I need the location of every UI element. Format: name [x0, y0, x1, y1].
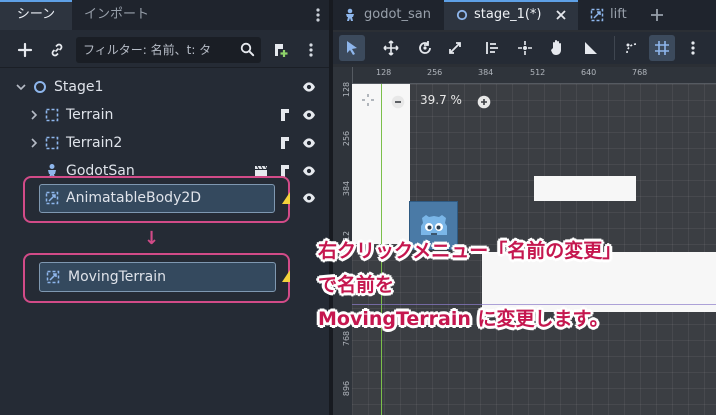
more-options-icon[interactable] [689, 40, 697, 56]
callout-line-2: で名前を [318, 274, 395, 296]
tree-row-stage1[interactable]: Stage1 [0, 73, 329, 101]
grid-icon [655, 41, 669, 55]
add-node-icon[interactable] [17, 42, 33, 58]
node-label-terrain: Terrain [66, 107, 114, 123]
rotate-tool-icon[interactable] [417, 40, 433, 56]
tree-row-terrain[interactable]: Terrain [0, 101, 329, 129]
chevron-right-icon[interactable] [30, 110, 38, 120]
visibility-eye-icon[interactable] [302, 164, 316, 178]
search-icon [240, 42, 255, 57]
warning-icon[interactable] [282, 192, 290, 204]
ruler-tick: 768 [632, 68, 648, 77]
pivot-tool-icon[interactable] [517, 40, 533, 56]
close-icon[interactable] [556, 10, 566, 20]
scene-tab-godot-san[interactable]: godot_san [344, 0, 440, 30]
tilemap-icon [45, 136, 59, 150]
character-icon [346, 8, 354, 21]
visibility-eye-icon[interactable] [302, 136, 316, 150]
attach-script-icon[interactable] [272, 41, 290, 59]
node-label-animatablebody2d: AnimatableBody2D [66, 190, 202, 206]
dock-tab-bar: シーン インポート [0, 0, 329, 30]
visibility-eye-icon[interactable] [302, 80, 316, 94]
divider [614, 36, 615, 60]
node-label-stage1: Stage1 [54, 79, 104, 95]
visibility-eye-icon[interactable] [302, 191, 316, 205]
ruler-horizontal-labels: 128 256 384 512 640 768 [352, 67, 716, 83]
ruler-tick: 768 [342, 330, 352, 347]
link-icon[interactable] [49, 42, 65, 58]
pan-tool-icon[interactable] [549, 39, 565, 56]
grid-snap-button[interactable] [649, 35, 675, 61]
center-view-icon[interactable] [361, 93, 375, 107]
scene-menu-icon[interactable] [306, 42, 316, 58]
add-tab-icon[interactable] [650, 8, 664, 22]
scene-tab-stage1[interactable]: stage_1(*) [444, 0, 578, 30]
chevron-down-icon[interactable] [16, 83, 26, 91]
tab-import[interactable]: インポート [84, 0, 164, 30]
node-label-terrain2: Terrain2 [66, 135, 123, 151]
ruler-tick: 640 [581, 68, 597, 77]
visibility-eye-icon[interactable] [302, 108, 316, 122]
tree-row-terrain2[interactable]: Terrain2 [0, 129, 329, 157]
down-arrow: ↓ [144, 228, 160, 249]
tab-scene[interactable]: シーン [0, 0, 72, 30]
ruler-tick: 128 [342, 81, 352, 98]
move-tool-icon[interactable] [383, 40, 399, 56]
ruler-tick: 384 [342, 180, 352, 197]
ruler-tool-icon[interactable] [583, 40, 599, 56]
cursor-icon [347, 41, 357, 55]
zoom-out-icon[interactable] [391, 95, 405, 109]
scene-tab-label: godot_san [364, 7, 431, 22]
zoom-in-icon[interactable] [477, 95, 491, 109]
animatable-body-icon [45, 191, 59, 205]
scene-tab-label: lift [610, 7, 627, 22]
callout-line-1: 右クリックメニュー「名前の変更」 [318, 240, 622, 262]
scale-tool-icon[interactable] [447, 40, 463, 56]
animatable-body-icon [590, 8, 604, 22]
list-select-icon[interactable] [485, 40, 501, 56]
tree-row-animatablebody2d[interactable]: AnimatableBody2D [39, 184, 275, 213]
smart-snap-icon[interactable] [624, 40, 640, 56]
editor-toolbar [333, 32, 716, 64]
script-icon[interactable] [278, 136, 292, 150]
ruler-tick: 384 [478, 68, 494, 77]
node2d-icon [34, 81, 46, 93]
filter-input[interactable] [76, 37, 261, 63]
callout-line-3: MovingTerrain に変更します。 [318, 308, 609, 330]
ruler-tick: 256 [342, 130, 352, 147]
node-label-movingterrain: MovingTerrain [68, 269, 166, 285]
script-icon[interactable] [278, 108, 292, 122]
scene-tab-lift[interactable]: lift [590, 0, 642, 30]
animatable-body-icon [46, 270, 60, 284]
ruler-tick: 512 [530, 68, 546, 77]
level-block [534, 176, 636, 201]
dock-menu-icon[interactable] [312, 7, 324, 23]
ruler-tick: 256 [427, 68, 443, 77]
warning-icon[interactable] [282, 270, 290, 282]
select-tool-button[interactable] [339, 35, 365, 61]
ruler-tick: 128 [376, 68, 392, 77]
chevron-right-icon[interactable] [30, 138, 38, 148]
tree-row-movingterrain[interactable]: MovingTerrain [39, 262, 276, 292]
divider [0, 67, 329, 68]
ruler-tick: 896 [342, 380, 352, 397]
node2d-icon [456, 9, 468, 21]
tilemap-icon [45, 108, 59, 122]
zoom-level[interactable]: 39.7 % [420, 93, 462, 107]
scene-tab-label: stage_1(*) [474, 7, 542, 22]
